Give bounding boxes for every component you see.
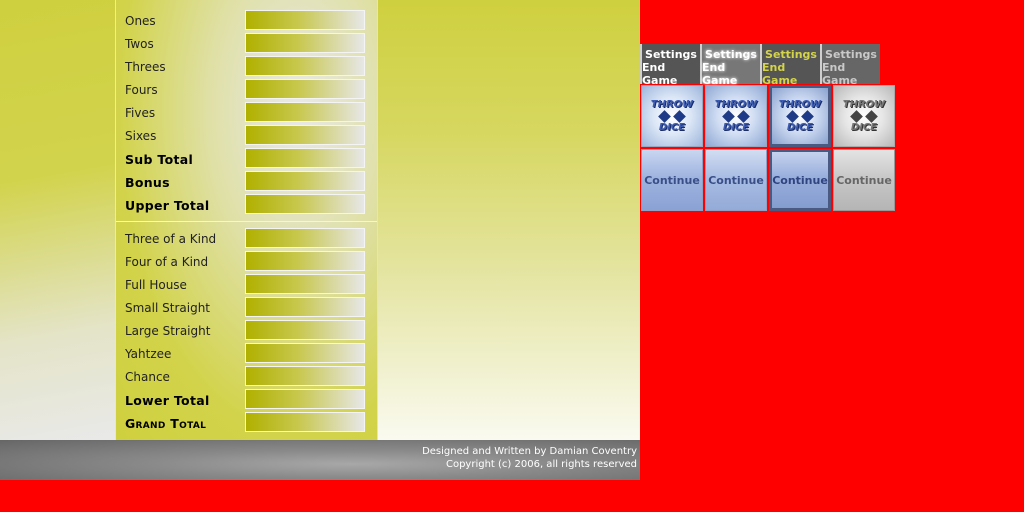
throw-label: THROW <box>778 98 822 110</box>
score-row-large-straight: Large Straight <box>116 320 377 340</box>
score-row-fours: Fours <box>116 79 377 99</box>
footer-copyright: Copyright (c) 2006, all rights reserved <box>445 459 637 470</box>
throw-dice-button-disabled[interactable]: THROW DICE <box>833 85 895 147</box>
score-field-small-straight[interactable] <box>245 297 365 317</box>
end-game-button-disabled[interactable]: End Game <box>820 61 880 87</box>
score-label: Threes <box>125 60 166 74</box>
score-row-twos: Twos <box>116 33 377 53</box>
score-label: Small Straight <box>125 301 211 315</box>
left-margin-panel <box>0 0 116 440</box>
score-row-full-house: Full House <box>116 274 377 294</box>
end-game-button-hover[interactable]: End Game <box>700 61 760 87</box>
score-field-ones[interactable] <box>245 10 365 30</box>
yahtzee-app: Ones Twos Threes Fours Fives Sixes Sub T… <box>0 0 640 440</box>
score-row-upper-total: Upper Total <box>116 194 377 214</box>
dice-icon: THROW DICE <box>842 98 886 133</box>
score-field-threes[interactable] <box>245 56 365 76</box>
score-field-three-of-a-kind[interactable] <box>245 228 365 248</box>
throw-label: THROW <box>842 98 886 110</box>
score-field-bonus <box>245 171 365 191</box>
score-label: Sixes <box>125 129 157 143</box>
scorecard-panel: Ones Twos Threes Fours Fives Sixes Sub T… <box>116 0 378 440</box>
continue-button-pressed[interactable]: Continue <box>769 149 831 211</box>
continue-button-normal[interactable]: Continue <box>641 149 703 211</box>
score-field-sub-total <box>245 148 365 168</box>
score-row-threes: Threes <box>116 56 377 76</box>
score-field-twos[interactable] <box>245 33 365 53</box>
score-row-three-of-a-kind: Three of a Kind <box>116 228 377 248</box>
score-label: Sub Total <box>125 152 194 167</box>
dice-label: DICE <box>658 121 686 133</box>
throw-label: THROW <box>714 98 758 110</box>
score-label: Upper Total <box>125 198 210 213</box>
score-label: Twos <box>125 37 154 51</box>
score-row-small-straight: Small Straight <box>116 297 377 317</box>
score-field-lower-total <box>245 389 365 409</box>
throw-dice-button-normal[interactable]: THROW DICE <box>641 85 703 147</box>
score-label: Large Straight <box>125 324 211 338</box>
score-row-yahtzee: Yahtzee <box>116 343 377 363</box>
score-row-sixes: Sixes <box>116 125 377 145</box>
throw-dice-button-pressed[interactable]: THROW DICE <box>769 85 831 147</box>
continue-button-disabled[interactable]: Continue <box>833 149 895 211</box>
end-game-button-states: End Game End Game End Game End Game <box>640 61 880 87</box>
score-field-full-house[interactable] <box>245 274 365 294</box>
dice-icon: THROW DICE <box>650 98 694 133</box>
score-field-fours[interactable] <box>245 79 365 99</box>
score-label: Chance <box>125 370 170 384</box>
score-label: Four of a Kind <box>125 255 209 269</box>
score-field-yahtzee[interactable] <box>245 343 365 363</box>
score-field-large-straight[interactable] <box>245 320 365 340</box>
continue-button-hover[interactable]: Continue <box>705 149 767 211</box>
footer-credit: Designed and Written by Damian Coventry <box>422 446 637 457</box>
score-label: Grand Total <box>125 416 207 431</box>
score-row-sub-total: Sub Total <box>116 148 377 168</box>
score-field-chance[interactable] <box>245 366 365 386</box>
score-row-fives: Fives <box>116 102 377 122</box>
end-game-button-normal[interactable]: End Game <box>640 61 700 87</box>
footer: Designed and Written by Damian Coventry … <box>0 440 640 480</box>
throw-label: THROW <box>650 98 694 110</box>
throw-dice-button-hover[interactable]: THROW DICE <box>705 85 767 147</box>
end-game-button-active[interactable]: End Game <box>760 61 820 87</box>
score-row-four-of-a-kind: Four of a Kind <box>116 251 377 271</box>
score-label: Bonus <box>125 175 170 190</box>
dice-icon: THROW DICE <box>714 98 758 133</box>
score-row-grand-total: Grand Total <box>116 412 377 432</box>
score-field-upper-total <box>245 194 365 214</box>
score-field-fives[interactable] <box>245 102 365 122</box>
score-field-four-of-a-kind[interactable] <box>245 251 365 271</box>
score-label: Lower Total <box>125 393 210 408</box>
score-row-chance: Chance <box>116 366 377 386</box>
dice-label: DICE <box>722 121 750 133</box>
score-row-bonus: Bonus <box>116 171 377 191</box>
score-label: Three of a Kind <box>125 232 217 246</box>
section-divider <box>116 221 377 222</box>
score-label: Ones <box>125 14 156 28</box>
score-label: Yahtzee <box>125 347 172 361</box>
score-label: Full House <box>125 278 187 292</box>
dice-label: DICE <box>786 121 814 133</box>
score-label: Fours <box>125 83 158 97</box>
score-field-grand-total <box>245 412 365 432</box>
dice-label: DICE <box>850 121 878 133</box>
dice-icon: THROW DICE <box>778 98 822 133</box>
score-label: Fives <box>125 106 156 120</box>
score-field-sixes[interactable] <box>245 125 365 145</box>
score-row-ones: Ones <box>116 10 377 30</box>
score-row-lower-total: Lower Total <box>116 389 377 409</box>
